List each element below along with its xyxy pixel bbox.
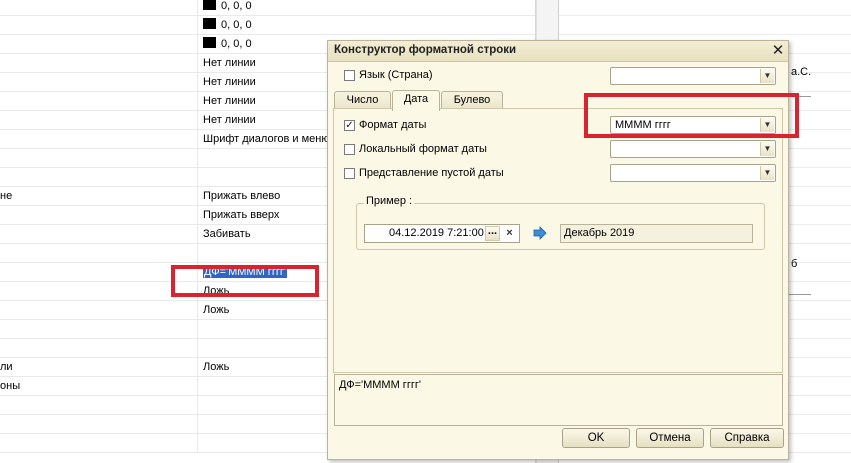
example-result-field: Декабрь 2019 [560,224,753,243]
right-panel-row [559,0,851,16]
language-checkbox[interactable] [344,70,355,81]
grid-cell-name [0,434,197,453]
grid-cell-value: 0, 0, 0 [197,0,540,16]
grid-row[interactable]: 0, 0, 0 [0,0,540,16]
arrow-right-icon [533,226,547,240]
grid-value-text: Забивать [203,228,251,240]
grid-cell-name [0,225,197,244]
right-panel-text: б [791,258,798,270]
grid-cell-name [0,282,197,301]
grid-value-text: Нет линии [203,95,256,107]
grid-row[interactable]: 0, 0, 0 [0,16,540,35]
grid-cell-name [0,16,197,35]
grid-value-text: Прижать влево [203,190,281,202]
grid-cell-name [0,320,197,339]
grid-cell-value: 0, 0, 0 [197,16,540,35]
chevron-down-icon[interactable]: ▼ [760,142,774,156]
date-format-label: Формат даты [359,119,427,131]
grid-cell-name: не [0,190,13,202]
format-string-field[interactable]: ДФ='ММММ гггг' [334,374,783,426]
grid-value-text: 0, 0, 0 [221,19,252,31]
color-swatch [203,18,216,29]
chevron-down-icon[interactable]: ▼ [760,69,774,83]
dialog-title: Конструктор форматной строки [334,44,517,56]
grid-cell-name: ли [0,361,13,373]
grid-value-text: Ложь [203,361,230,373]
color-swatch [203,37,216,48]
right-panel-text: а.С. [791,66,812,78]
grid-value-text: Нет линии [203,57,256,69]
select-date-button[interactable]: ... [485,226,500,241]
grid-cell-name [0,35,197,54]
grid-cell-name [0,73,197,92]
local-format-checkbox[interactable] [344,144,355,155]
example-label: Пример : [364,195,415,207]
grid-cell-name [0,263,197,282]
grid-value-text: 0, 0, 0 [221,0,252,12]
empty-date-label: Представление пустой даты [359,167,504,179]
grid-cell-name: оны [0,380,21,392]
grid-value-text: Нет линии [203,76,256,88]
chevron-down-icon[interactable]: ▼ [760,166,774,180]
right-panel-row [559,16,851,35]
empty-date-checkbox[interactable] [344,168,355,179]
grid-cell-name [0,54,197,73]
grid-cell-name [0,92,197,111]
date-format-checkbox[interactable]: ✓ [344,120,355,131]
grid-cell-name [0,301,197,320]
grid-value-text: Шрифт диалогов и меню [203,133,330,145]
grid-value-text: Прижать вверх [203,209,280,221]
grid-value-text: 0, 0, 0 [221,38,252,50]
grid-cell-name [0,415,197,434]
annotation-highlight [171,265,319,297]
example-result-value: Декабрь 2019 [564,227,635,239]
language-combo[interactable]: ▼ [610,67,776,85]
annotation-highlight [584,93,799,138]
grid-cell-name [0,0,197,16]
cancel-button[interactable]: Отмена [636,428,704,448]
ok-button[interactable]: OK [562,428,630,448]
help-button[interactable]: Справка [710,428,784,448]
dialog-titlebar[interactable]: Конструктор форматной строки ✕ [328,41,788,62]
grid-cell-name [0,206,197,225]
example-date-value: 04.12.2019 7:21:00 [389,227,484,239]
grid-cell-name [0,168,197,187]
empty-date-combo[interactable]: ▼ [610,164,776,182]
grid-cell-name [0,339,197,358]
grid-cell-name [0,130,197,149]
example-date-input[interactable]: 04.12.2019 7:21:00 ... × [364,224,520,243]
local-format-label: Локальный формат даты [359,143,487,155]
color-swatch [203,0,216,10]
grid-cell-name [0,111,197,130]
clear-icon[interactable]: × [502,226,517,241]
format-string-value: ДФ='ММММ гггг' [339,379,421,391]
grid-cell-name [0,396,197,415]
grid-cell-name [0,244,197,263]
local-format-combo[interactable]: ▼ [610,140,776,158]
grid-value-text: Ложь [203,304,230,316]
tab-date[interactable]: Дата [392,90,440,111]
language-label: Язык (Страна) [359,69,433,81]
grid-cell-name [0,149,197,168]
close-icon[interactable]: ✕ [769,42,787,60]
grid-value-text: Нет линии [203,114,256,126]
